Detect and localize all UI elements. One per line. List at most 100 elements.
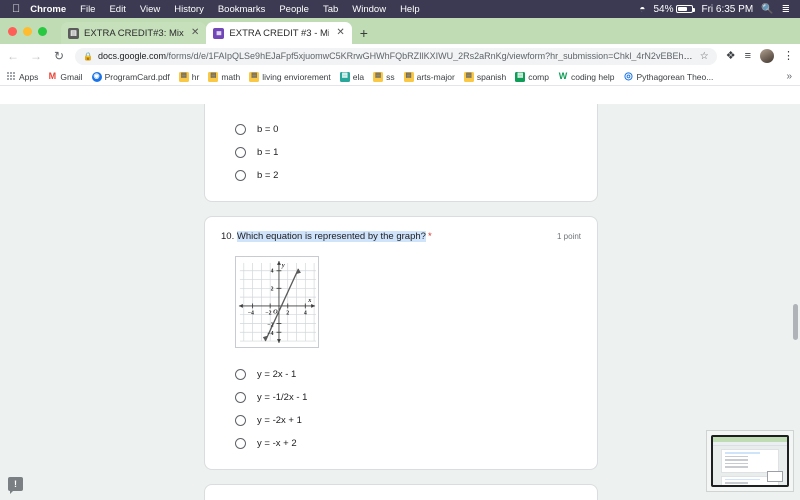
- google-classroom-icon: ▤: [464, 72, 474, 82]
- browser-toolbar: ← → ↻ 🔒 docs.google.com/forms/d/e/1FAIpQ…: [0, 44, 800, 68]
- bookmark-living-enviorement-label: living enviorement: [262, 72, 331, 82]
- bookmark-ela[interactable]: ▤ ela: [340, 72, 364, 82]
- bookmark-spanish[interactable]: ▤ spanish: [464, 72, 506, 82]
- menubar-item-help[interactable]: Help: [400, 4, 420, 15]
- bookmark-ss[interactable]: ▤ ss: [373, 72, 395, 82]
- reload-icon[interactable]: ↻: [52, 50, 66, 62]
- menubar-item-file[interactable]: File: [80, 4, 95, 15]
- scrollbar-thumb[interactable]: [793, 304, 798, 340]
- apps-grid-icon: [6, 72, 16, 82]
- bookmark-apps-label: Apps: [19, 72, 38, 82]
- lock-icon: 🔒: [83, 52, 93, 61]
- screen-share-thumbnail[interactable]: [706, 430, 794, 492]
- radio-button-icon[interactable]: [235, 415, 246, 426]
- bookmark-ela-label: ela: [353, 72, 364, 82]
- close-tab-2-button[interactable]: ✕: [336, 28, 344, 38]
- back-arrow-icon[interactable]: ←: [6, 50, 20, 62]
- close-window-button[interactable]: [8, 27, 17, 36]
- control-center-icon[interactable]: ≣: [782, 4, 790, 15]
- answer-option-b2[interactable]: b = 2: [221, 164, 581, 187]
- google-classroom-icon: ▤: [208, 72, 218, 82]
- three-dot-menu-icon[interactable]: ⋮: [783, 51, 794, 62]
- profile-avatar[interactable]: [760, 49, 774, 63]
- bookmark-gmail[interactable]: M Gmail: [47, 72, 82, 82]
- bookmark-pythagorean[interactable]: ◎ Pythagorean Theo...: [623, 72, 713, 82]
- address-bar[interactable]: 🔒 docs.google.com/forms/d/e/1FAIpQLSe9hE…: [75, 48, 717, 65]
- required-marker: *: [428, 231, 432, 242]
- menubar-item-people[interactable]: People: [279, 4, 309, 15]
- bookmark-gmail-label: Gmail: [60, 72, 82, 82]
- minimize-window-button[interactable]: [23, 27, 32, 36]
- apple-logo-icon[interactable]: : [12, 4, 20, 15]
- browser-tabstrip: ▤ EXTRA CREDIT#3: Mixed Prac ✕ ≣ EXTRA C…: [0, 18, 800, 44]
- answer-option-q10-1[interactable]: y = 2x - 1: [221, 363, 581, 386]
- bookmark-math[interactable]: ▤ math: [208, 72, 240, 82]
- google-classroom-icon: ▤: [404, 72, 414, 82]
- macos-menubar:  Chrome File Edit View History Bookmark…: [0, 0, 800, 18]
- bookmark-living-enviorement[interactable]: ▤ living enviorement: [249, 72, 331, 82]
- battery-status[interactable]: 54%: [653, 4, 693, 15]
- browser-tab-2-title: EXTRA CREDIT #3 - Mixed Rev: [229, 28, 329, 39]
- menubar-item-tab[interactable]: Tab: [323, 4, 338, 15]
- google-classroom-icon: ▤: [179, 72, 189, 82]
- forward-arrow-icon[interactable]: →: [29, 50, 43, 62]
- google-form-column: b = 0 b = 1 b = 2 10. Which equation is …: [204, 104, 598, 500]
- radio-button-icon[interactable]: [235, 170, 246, 181]
- menubar-item-history[interactable]: History: [174, 4, 204, 15]
- menubar-item-bookmarks[interactable]: Bookmarks: [218, 4, 266, 15]
- google-classroom-icon: ▤: [340, 72, 350, 82]
- new-tab-button[interactable]: +: [352, 26, 376, 44]
- form-question-card-10: 10. Which equation is represented by the…: [204, 216, 598, 470]
- answer-option-q10-3[interactable]: y = -2x + 1: [221, 409, 581, 432]
- radio-button-icon[interactable]: [235, 147, 246, 158]
- menubar-clock[interactable]: Fri 6:35 PM: [701, 4, 753, 15]
- reading-list-icon[interactable]: ≡: [745, 51, 751, 62]
- star-icon[interactable]: ☆: [700, 51, 709, 62]
- bookmark-math-label: math: [221, 72, 240, 82]
- answer-option-b1[interactable]: b = 1: [221, 141, 581, 164]
- google-slides-icon: ▤: [68, 28, 79, 39]
- bookmark-coding-help[interactable]: W coding help: [558, 72, 614, 82]
- radio-button-icon[interactable]: [235, 369, 246, 380]
- answer-option-q10-4[interactable]: y = -x + 2: [221, 432, 581, 455]
- answer-option-b1-label: b = 1: [257, 147, 278, 158]
- google-classroom-icon: ▤: [515, 72, 525, 82]
- radio-button-icon[interactable]: [235, 438, 246, 449]
- puzzle-piece-icon[interactable]: ❖: [726, 51, 736, 62]
- chrome-window: ▤ EXTRA CREDIT#3: Mixed Prac ✕ ≣ EXTRA C…: [0, 18, 800, 500]
- search-icon[interactable]: 🔍: [761, 4, 773, 15]
- bookmark-apps[interactable]: Apps: [6, 72, 38, 82]
- window-traffic-lights: [8, 27, 47, 44]
- bookmarks-overflow-button[interactable]: »: [786, 71, 794, 82]
- browser-tab-1[interactable]: ▤ EXTRA CREDIT#3: Mixed Prac ✕: [61, 22, 206, 44]
- google-forms-icon: ≣: [213, 28, 224, 39]
- bookmark-comp[interactable]: ▤ comp: [515, 72, 549, 82]
- radio-button-icon[interactable]: [235, 124, 246, 135]
- coordinate-graph-linear-line[interactable]: x y O 4 2 −2 −4 −4 −2 2 4: [235, 256, 319, 348]
- answer-option-q10-4-label: y = -x + 2: [257, 438, 297, 449]
- svg-text:4: 4: [271, 269, 274, 275]
- url-path: /forms/d/e/1FAIpQLSe9hEJaFpf5xjuomwC5KRr…: [166, 51, 695, 61]
- menubar-item-edit[interactable]: Edit: [109, 4, 125, 15]
- bookmark-hr[interactable]: ▤ hr: [179, 72, 200, 82]
- circle-icon: ◎: [623, 72, 633, 82]
- bookmark-programcard[interactable]: ◉ ProgramCard.pdf: [92, 72, 170, 82]
- close-tab-1-button[interactable]: ✕: [191, 28, 199, 38]
- menubar-item-chrome[interactable]: Chrome: [30, 4, 66, 15]
- answer-option-q10-2[interactable]: y = -1/2x - 1: [221, 386, 581, 409]
- notification-badge[interactable]: !: [8, 477, 23, 491]
- bookmark-arts-major[interactable]: ▤ arts-major: [404, 72, 455, 82]
- radio-button-icon[interactable]: [235, 392, 246, 403]
- svg-text:O: O: [273, 309, 278, 316]
- form-question-card-11: 11. The temperature of a pot of water is…: [204, 484, 598, 500]
- menubar-item-view[interactable]: View: [140, 4, 160, 15]
- svg-text:2: 2: [286, 311, 289, 317]
- wifi-icon[interactable]: ◓: [639, 4, 645, 15]
- battery-percent-label: 54%: [653, 4, 673, 15]
- answer-option-b0[interactable]: b = 0: [221, 118, 581, 141]
- answer-option-q10-3-label: y = -2x + 1: [257, 415, 302, 426]
- browser-tab-2[interactable]: ≣ EXTRA CREDIT #3 - Mixed Rev ✕: [206, 22, 351, 44]
- menubar-item-window[interactable]: Window: [352, 4, 386, 15]
- bookmark-hr-label: hr: [192, 72, 200, 82]
- maximize-window-button[interactable]: [38, 27, 47, 36]
